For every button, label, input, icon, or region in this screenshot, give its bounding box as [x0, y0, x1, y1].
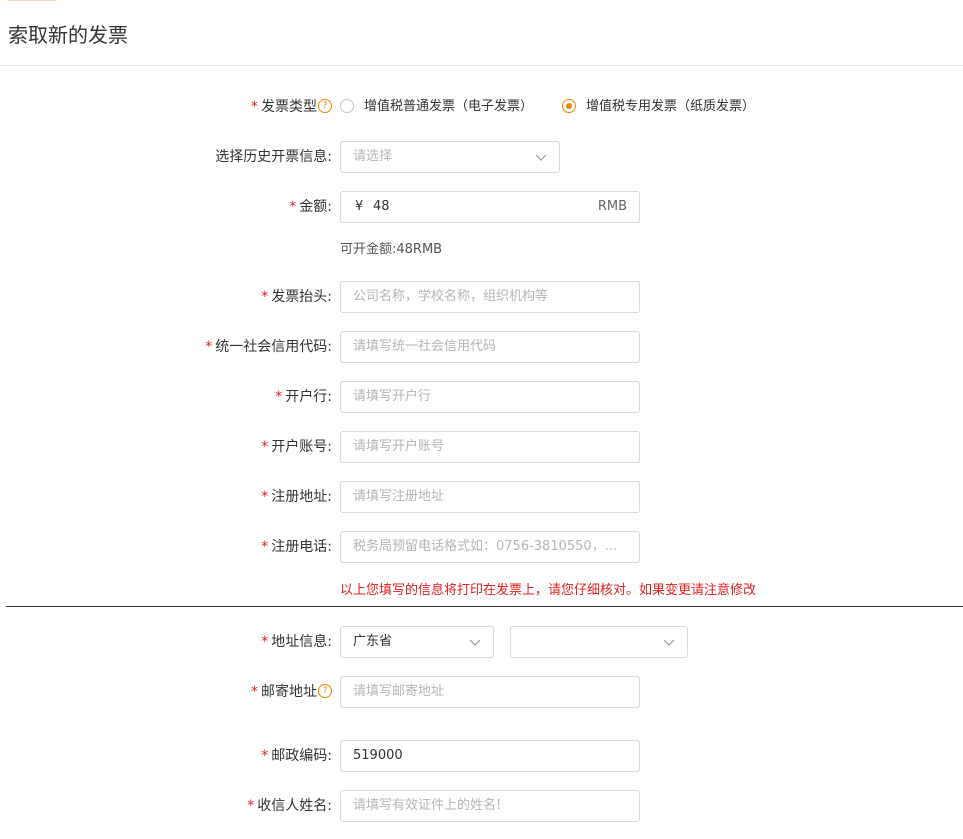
credit-code-input[interactable]: 请填写统一社会信用代码: [340, 331, 640, 363]
reg-phone-label: * 注册电话:: [261, 539, 332, 555]
postcode-input[interactable]: 519000: [340, 740, 640, 772]
province-value: 广东省: [353, 634, 393, 649]
mail-address-label: * 邮寄地址?: [251, 676, 332, 708]
invoice-type-label: * 发票类型?: [251, 91, 332, 123]
help-circle-icon[interactable]: ?: [318, 99, 332, 113]
postcode-row: * 邮政编码: 519000: [0, 740, 963, 772]
chevron-down-icon: [663, 639, 675, 646]
bank-label: * 开户行:: [275, 389, 332, 405]
radio-checked-icon: [562, 99, 576, 113]
bank-row: * 开户行: 请填写开户行: [0, 381, 963, 413]
chevron-down-icon: [535, 154, 547, 161]
amount-input[interactable]: ¥ 48 RMB: [340, 191, 640, 223]
reg-address-input[interactable]: 请填写注册地址: [340, 481, 640, 513]
credit-code-label: * 统一社会信用代码:: [205, 339, 332, 355]
bank-input[interactable]: 请填写开户行: [340, 381, 640, 413]
warning-message: 以上您填写的信息将打印在发票上，请您仔细核对。如果变更请注意修改: [340, 583, 757, 598]
address-info-label: * 地址信息:: [261, 634, 332, 650]
page-header: 索取新的发票: [0, 0, 963, 66]
history-select-placeholder: 请选择: [353, 149, 393, 164]
history-select[interactable]: 请选择: [340, 141, 560, 173]
amount-label: * 金额:: [289, 199, 332, 215]
account-label: * 开户账号:: [261, 439, 332, 455]
reg-phone-input[interactable]: 税务局预留电话格式如：0756-3810550，...: [340, 531, 640, 563]
account-row: * 开户账号: 请填写开户账号: [0, 431, 963, 463]
invoice-title-label: * 发票抬头:: [261, 289, 332, 305]
city-select[interactable]: [510, 626, 688, 658]
recipient-label: * 收信人姓名:: [247, 798, 332, 814]
reg-address-label: * 注册地址:: [261, 489, 332, 505]
mail-address-row: * 邮寄地址? 请填写邮寄地址: [0, 676, 963, 708]
amount-value: 48: [373, 199, 390, 214]
available-amount-hint: 可开金额:48RMB: [340, 242, 443, 257]
recipient-input[interactable]: 请填写有效证件上的姓名!: [340, 790, 640, 822]
invoice-title-row: * 发票抬头: 公司名称，学校名称，组织机构等: [0, 281, 963, 313]
account-input[interactable]: 请填写开户账号: [340, 431, 640, 463]
address-info-row: * 地址信息: 广东省: [0, 626, 963, 658]
radio-unchecked-icon: [340, 99, 354, 113]
page-title: 索取新的发票: [8, 23, 128, 47]
invoice-title-input[interactable]: 公司名称，学校名称，组织机构等: [340, 281, 640, 313]
postcode-label: * 邮政编码:: [261, 748, 332, 764]
chevron-down-icon: [469, 639, 481, 646]
province-select[interactable]: 广东省: [340, 626, 494, 658]
currency-symbol: ¥: [355, 199, 364, 214]
recipient-row: * 收信人姓名: 请填写有效证件上的姓名!: [0, 790, 963, 822]
amount-unit: RMB: [597, 199, 627, 214]
help-circle-icon[interactable]: ?: [318, 684, 332, 698]
reg-phone-row: * 注册电话: 税务局预留电话格式如：0756-3810550，...: [0, 531, 963, 563]
mail-address-input[interactable]: 请填写邮寄地址: [340, 676, 640, 708]
credit-code-row: * 统一社会信用代码: 请填写统一社会信用代码: [0, 331, 963, 363]
section-divider: [6, 606, 963, 607]
history-label: 选择历史开票信息:: [215, 149, 332, 165]
history-row: 选择历史开票信息: 请选择: [0, 141, 963, 173]
reg-address-row: * 注册地址: 请填写注册地址: [0, 481, 963, 513]
invoice-type-row: * 发票类型? 增值税普通发票（电子发票） 增值税专用发票（纸质发票）: [0, 91, 963, 123]
amount-row: * 金额: ¥ 48 RMB: [0, 191, 963, 223]
